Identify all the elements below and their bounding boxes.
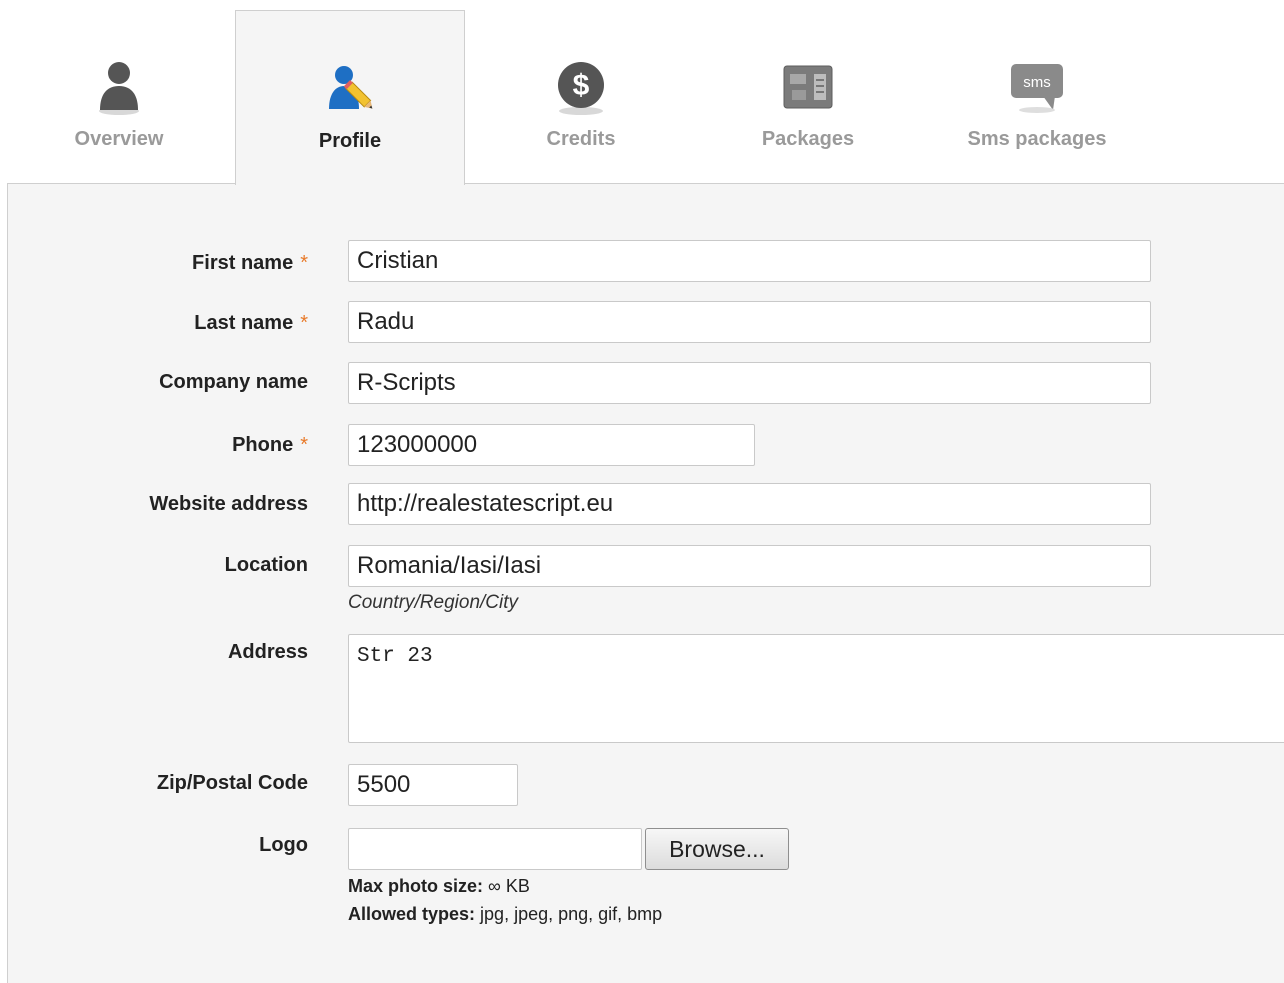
tab-overview-label: Overview <box>74 128 164 150</box>
tab-sms-label: Sms packages <box>967 128 1107 150</box>
tab-profile[interactable]: Profile <box>235 10 465 185</box>
user-icon <box>99 62 139 115</box>
website-address-label: Website address <box>149 493 308 515</box>
tab-credits[interactable]: $ Credits <box>466 10 696 184</box>
tab-credits-label: Credits <box>546 128 616 150</box>
company-name-label: Company name <box>159 371 308 393</box>
last-name-input[interactable] <box>348 301 1151 343</box>
tab-sms[interactable]: sms Sms packages <box>922 10 1152 184</box>
logo-label: Logo <box>259 834 308 856</box>
address-textarea[interactable]: Str 23 <box>348 634 1284 743</box>
location-label: Location <box>224 554 308 576</box>
browse-button[interactable]: Browse... <box>645 828 789 870</box>
location-input[interactable] <box>348 545 1151 587</box>
required-mark: * <box>300 312 308 334</box>
svg-text:$: $ <box>573 69 590 102</box>
required-mark: * <box>300 252 308 274</box>
tab-packages-label: Packages <box>761 128 855 150</box>
tab-packages[interactable]: Packages <box>693 10 923 184</box>
phone-label: Phone * <box>232 434 308 456</box>
first-name-input[interactable] <box>348 240 1151 282</box>
first-name-label: First name * <box>192 252 308 274</box>
zip-code-label: Zip/Postal Code <box>156 772 308 794</box>
tab-profile-label: Profile <box>318 130 382 152</box>
zip-code-input[interactable] <box>348 764 518 806</box>
required-mark: * <box>300 434 308 456</box>
phone-input[interactable] <box>348 424 755 466</box>
location-hint: Country/Region/City <box>348 592 519 613</box>
address-label: Address <box>227 641 308 663</box>
company-name-input[interactable] <box>348 362 1151 404</box>
sms-bubble-icon: sms <box>1011 64 1063 113</box>
package-icon <box>783 65 833 109</box>
website-address-input[interactable] <box>348 483 1151 525</box>
dollar-icon: $ <box>558 62 604 115</box>
max-photo-size: Max photo size: ∞ KB <box>348 876 530 896</box>
tab-overview[interactable]: Overview <box>4 10 234 184</box>
last-name-label: Last name * <box>194 312 308 334</box>
allowed-types: Allowed types: jpg, jpeg, png, gif, bmp <box>348 904 663 924</box>
user-edit-icon <box>329 66 373 109</box>
logo-file-input[interactable] <box>348 828 642 870</box>
sms-icon-text: sms <box>1023 74 1051 91</box>
